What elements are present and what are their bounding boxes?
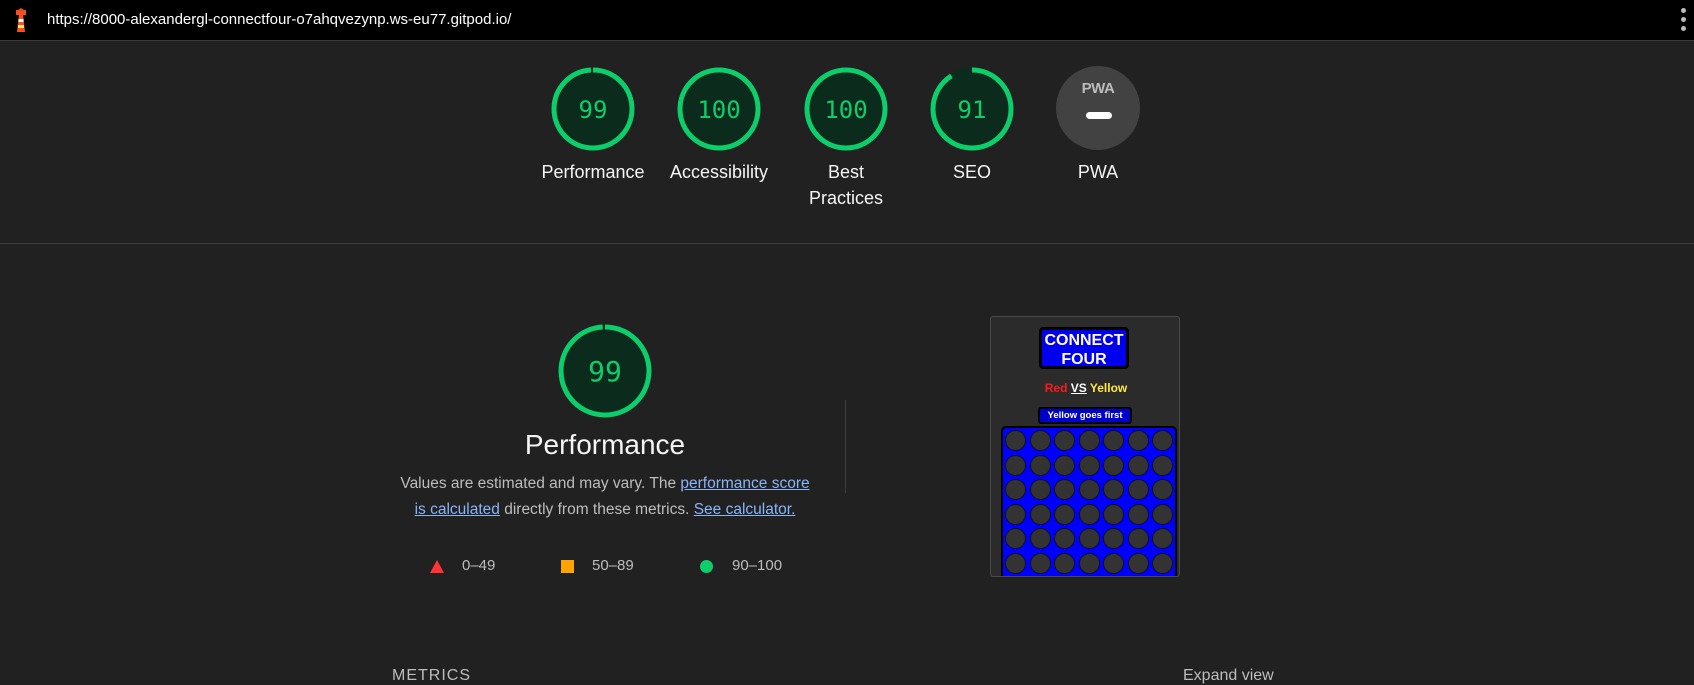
- board-cell: [1078, 479, 1100, 500]
- performance-description: Values are estimated and may vary. The p…: [380, 471, 830, 523]
- board-cell: [1078, 430, 1100, 451]
- player-red: Red: [1044, 381, 1068, 395]
- gauge-best-practices[interactable]: 100 Best Practices: [781, 66, 911, 211]
- vs-text: VS: [1070, 381, 1087, 395]
- page-url[interactable]: https://8000-alexandergl-connectfour-o7a…: [47, 11, 511, 28]
- board-cell: [1029, 454, 1051, 476]
- board-cell: [1054, 552, 1075, 574]
- gauge-seo[interactable]: 91 SEO: [907, 66, 1037, 185]
- board-cell: [1054, 430, 1075, 451]
- board-cell: [1103, 528, 1124, 549]
- board-cell: [1029, 430, 1051, 451]
- gauge-accessibility[interactable]: 100 Accessibility: [654, 66, 784, 185]
- desc-text: directly from these metrics.: [499, 501, 694, 518]
- game-board: [1001, 426, 1177, 576]
- board-cell: [1127, 503, 1149, 525]
- pwa-badge-icon: PWA: [1056, 66, 1140, 150]
- board-cell: [1078, 454, 1100, 476]
- board-cell: [1029, 503, 1051, 525]
- board-cell: [1103, 454, 1124, 476]
- gauge-label: Best Practices: [808, 162, 884, 208]
- board-cell: [1054, 528, 1075, 549]
- board-cell: [1103, 430, 1124, 451]
- board-cell: [1005, 454, 1026, 476]
- board-cell: [1005, 479, 1026, 500]
- board-cell: [1152, 528, 1173, 549]
- board-cell: [1054, 479, 1075, 500]
- legend-range: 90–100: [732, 557, 783, 574]
- lighthouse-icon: [16, 8, 26, 32]
- board-cell: [1152, 479, 1173, 500]
- board-cell: [1127, 479, 1149, 500]
- board-cell: [1078, 552, 1100, 574]
- gauge-pwa[interactable]: PWA PWA: [1033, 66, 1163, 185]
- board-cell: [1103, 552, 1124, 574]
- gauge-score: 91: [958, 96, 987, 124]
- board-cell: [1029, 479, 1051, 500]
- board-cell: [1152, 552, 1173, 574]
- performance-title: Performance: [524, 429, 686, 460]
- gauge-label: Performance: [541, 162, 645, 182]
- board-cell: [1103, 479, 1124, 500]
- turn-indicator: Yellow goes first: [1038, 407, 1132, 424]
- board-cell: [1029, 552, 1051, 574]
- expand-view-toggle[interactable]: Expand view: [1183, 667, 1274, 685]
- gauge-label: PWA: [1077, 162, 1119, 182]
- board-cell: [1127, 528, 1149, 549]
- gauge-ring: 99: [551, 67, 635, 151]
- board-cell: [1152, 454, 1173, 476]
- kebab-menu-icon[interactable]: [1681, 8, 1689, 34]
- gauge-performance[interactable]: 99 Performance: [528, 66, 658, 185]
- board-cell: [1127, 430, 1149, 451]
- top-bar: https://8000-alexandergl-connectfour-o7a…: [0, 0, 1694, 41]
- board-cell: [1005, 430, 1026, 451]
- performance-score: 99: [588, 355, 622, 388]
- board-cell: [1005, 552, 1026, 574]
- board-cell: [1054, 503, 1075, 525]
- board-cell: [1005, 503, 1026, 525]
- board-cell: [1078, 528, 1100, 549]
- page-screenshot-thumbnail[interactable]: CONNECT FOUR Red VS Yellow Yellow goes f…: [990, 316, 1180, 577]
- board-cell: [1152, 503, 1173, 525]
- section-divider: [0, 243, 1694, 244]
- players-line: Red VS Yellow: [991, 381, 1179, 395]
- gauge-score: 100: [824, 96, 867, 124]
- board-cell: [1078, 503, 1100, 525]
- triangle-icon: [430, 560, 444, 573]
- connect-four-title: CONNECT FOUR: [1039, 327, 1129, 369]
- dash-icon: [1086, 112, 1112, 119]
- legend-range: 0–49: [462, 557, 496, 574]
- desc-text: Values are estimated and may vary. The: [400, 475, 681, 492]
- see-calculator-link[interactable]: See calculator.: [694, 501, 796, 518]
- gauge-label: Accessibility: [669, 162, 769, 182]
- metrics-heading: METRICS: [392, 667, 471, 684]
- board-cell: [1127, 552, 1149, 574]
- board-cell: [1054, 454, 1075, 476]
- board-cell: [1152, 430, 1173, 451]
- board-cell: [1127, 454, 1149, 476]
- gauge-ring: 100: [677, 67, 761, 151]
- board-cell: [1005, 528, 1026, 549]
- gauge-score: 99: [579, 96, 608, 124]
- gauge-ring: 100: [804, 67, 888, 151]
- vertical-divider: [845, 400, 846, 493]
- legend-range: 50–89: [592, 557, 634, 574]
- performance-gauge: 99: [558, 324, 652, 418]
- gauge-ring: 91: [930, 67, 1014, 151]
- pwa-badge-text: PWA: [1081, 80, 1115, 97]
- gauge-label: SEO: [952, 162, 991, 182]
- board-cell: [1029, 528, 1051, 549]
- circle-icon: [700, 560, 713, 573]
- gauge-score: 100: [697, 96, 740, 124]
- square-icon: [561, 560, 574, 573]
- board-cell: [1103, 503, 1124, 525]
- performance-summary: 99 Performance Values are estimated and …: [380, 323, 830, 523]
- player-yellow: Yellow: [1089, 381, 1128, 395]
